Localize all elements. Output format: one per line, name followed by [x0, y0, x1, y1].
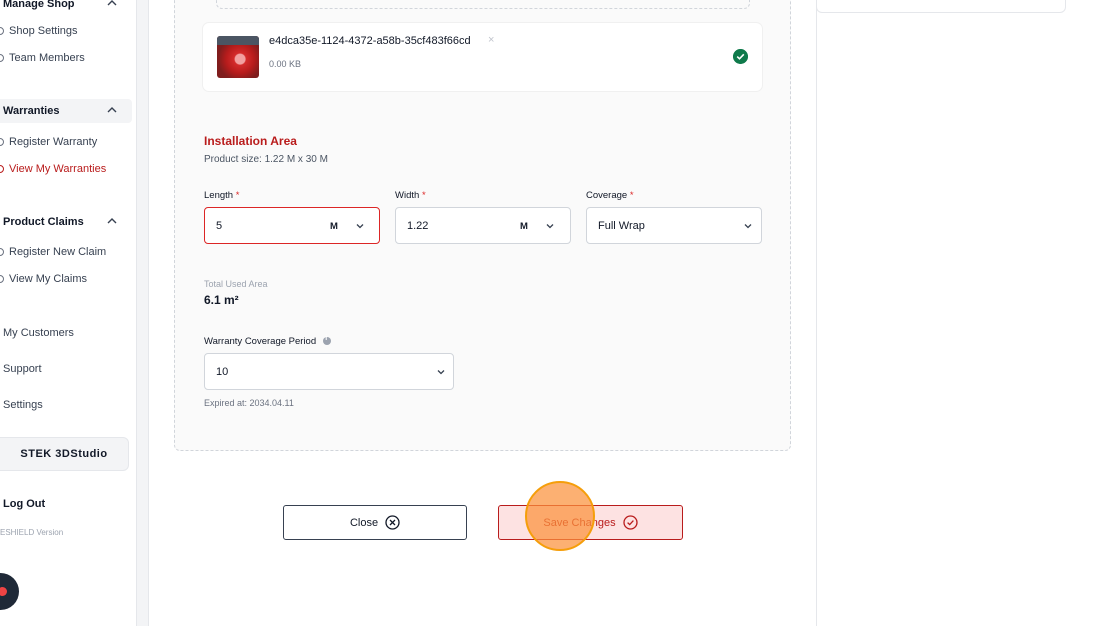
brand-link-stek-3dstudio[interactable]: STEK 3DStudio	[0, 437, 129, 471]
sidebar-item-shop-settings[interactable]: Shop Settings	[0, 25, 78, 37]
sidebar-group-product-claims[interactable]: Product Claims	[0, 210, 132, 234]
sidebar-item-label: Register Warranty	[9, 136, 98, 148]
coverage-label-text: Coverage	[586, 190, 628, 201]
warranty-period-label: Warranty Coverage Period	[204, 335, 331, 347]
length-label-text: Length	[204, 190, 234, 201]
list-icon	[0, 275, 4, 283]
warranty-period-label-text: Warranty Coverage Period	[204, 336, 317, 347]
chevron-down-icon[interactable]	[355, 221, 365, 231]
sidebar-group-label: Warranties	[3, 105, 60, 117]
sidebar-item-label: Shop Settings	[9, 25, 78, 37]
file-size: 0.00 KB	[269, 59, 302, 69]
coverage-select[interactable]: Full Wrap	[586, 207, 762, 244]
width-label-text: Width	[395, 190, 420, 201]
uploaded-file-card	[203, 23, 762, 91]
sidebar-item-view-my-warranties[interactable]: View My Warranties	[0, 163, 106, 175]
chevron-up-icon	[107, 218, 117, 224]
length-input[interactable]: 5	[204, 207, 380, 244]
right-panel-divider	[816, 0, 817, 626]
file-name: e4dca35e-1124-4372-a58b-35cf483f66cd	[269, 35, 471, 47]
required-mark: *	[629, 190, 634, 201]
sidebar-item-label: Team Members	[9, 52, 85, 64]
chat-fab-button[interactable]	[0, 573, 19, 610]
close-circle-icon	[385, 515, 400, 530]
total-used-area-value: 6.1 m²	[204, 293, 239, 307]
sidebar-item-team-members[interactable]: Team Members	[0, 52, 85, 64]
chevron-up-icon	[107, 0, 117, 6]
length-value: 5	[216, 219, 223, 232]
width-unit-select[interactable]: M	[520, 221, 528, 232]
sidebar-item-my-customers[interactable]: My Customers	[3, 327, 74, 339]
sidebar-group-label: Manage Shop	[3, 0, 75, 10]
save-button-label: Save Changes	[543, 516, 616, 529]
required-mark: *	[421, 190, 426, 201]
upload-dropzone[interactable]	[216, 0, 750, 9]
sidebar-divider	[137, 0, 149, 626]
warranty-period-value: 10	[216, 365, 229, 378]
version-label: ESHIELD Version	[0, 528, 64, 537]
width-value: 1.22	[407, 219, 429, 232]
coverage-label: Coverage *	[586, 190, 634, 201]
sidebar-group-warranties[interactable]: Warranties	[0, 99, 132, 123]
remove-file-icon[interactable]: ×	[488, 34, 494, 46]
total-used-area-label: Total Used Area	[204, 279, 268, 289]
chevron-down-icon[interactable]	[436, 367, 446, 377]
required-mark: *	[235, 190, 240, 201]
file-icon	[0, 138, 4, 146]
info-icon[interactable]	[322, 335, 331, 345]
sidebar-item-label: View My Claims	[9, 273, 88, 285]
sidebar-item-view-my-claims[interactable]: View My Claims	[0, 273, 87, 285]
sidebar-item-register-new-claim[interactable]: Register New Claim	[0, 246, 106, 258]
coverage-value: Full Wrap	[598, 219, 645, 232]
check-circle-icon	[622, 515, 638, 530]
chevron-down-icon[interactable]	[743, 221, 753, 231]
list-icon	[0, 165, 4, 173]
length-label: Length *	[204, 190, 239, 201]
sidebar-item-label: View My Warranties	[9, 163, 107, 175]
save-changes-button[interactable]: Save Changes	[498, 505, 683, 540]
check-circle-icon	[733, 49, 748, 64]
warranty-period-select[interactable]: 10	[204, 353, 454, 390]
gear-icon	[0, 27, 4, 35]
file-thumbnail	[217, 36, 259, 78]
users-icon	[0, 54, 4, 62]
sidebar-group-manage-shop[interactable]: Manage Shop	[0, 0, 132, 16]
sidebar-item-label: Register New Claim	[9, 246, 107, 258]
logout-button[interactable]: Log Out	[3, 498, 45, 510]
sidebar-item-support[interactable]: Support	[3, 363, 42, 375]
brand-label: STEK 3DStudio	[20, 448, 108, 460]
sidebar: Manage Shop Shop Settings Team Members W…	[0, 0, 137, 626]
section-title: Installation Area	[204, 134, 297, 148]
sidebar-item-register-warranty[interactable]: Register Warranty	[0, 136, 97, 148]
chevron-up-icon	[107, 107, 117, 113]
length-unit-select[interactable]: M	[330, 221, 338, 232]
close-button-label: Close	[349, 516, 379, 529]
product-size-text: Product size: 1.22 M x 30 M	[204, 154, 328, 165]
width-label: Width *	[395, 190, 426, 201]
sidebar-item-settings[interactable]: Settings	[3, 399, 43, 411]
sidebar-group-label: Product Claims	[3, 216, 84, 228]
file-plus-icon	[0, 248, 4, 256]
right-panel-card	[816, 0, 1066, 13]
chevron-down-icon[interactable]	[545, 221, 555, 231]
expiry-date-text: Expired at: 2034.04.11	[204, 398, 294, 408]
close-button[interactable]: Close	[283, 505, 467, 540]
